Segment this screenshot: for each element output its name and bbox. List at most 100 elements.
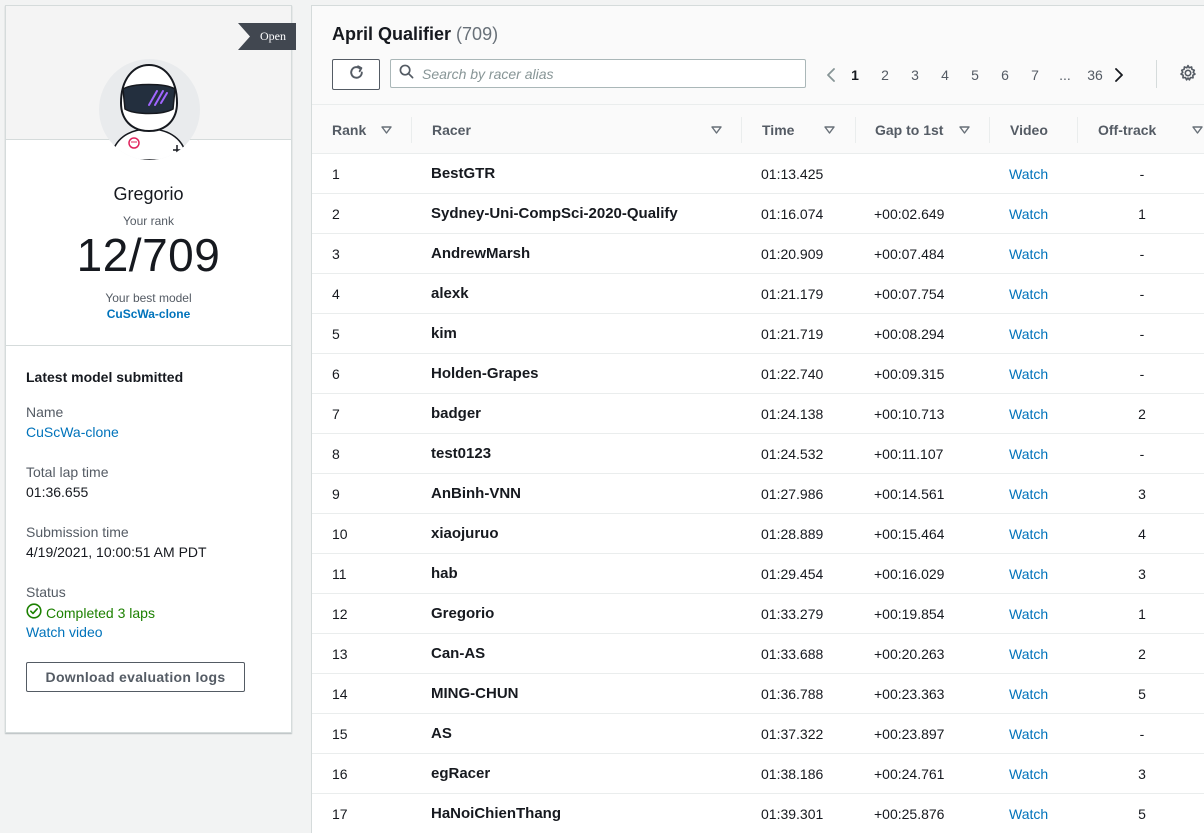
chevron-left-icon[interactable] <box>822 68 840 82</box>
racer-cell: AnBinh-VNN <box>431 485 521 502</box>
time-cell: 01:20.909 <box>761 246 824 262</box>
status-text: Completed 3 laps <box>46 604 155 621</box>
racer-cell: AS <box>431 725 452 742</box>
page-2[interactable]: 2 <box>870 67 900 83</box>
watch-link[interactable]: Watch <box>1009 434 1048 474</box>
offtrack-cell: 4 <box>1138 526 1146 542</box>
leaderboard-table: Rank Racer Time Gap to 1st Video Off-tra… <box>312 105 1204 833</box>
offtrack-cell: 3 <box>1138 566 1146 582</box>
best-model-link[interactable]: CuScWa-clone <box>6 307 291 321</box>
lap-time-value: 01:36.655 <box>26 484 89 500</box>
column-header-rank: Rank <box>332 105 392 154</box>
gap-cell: +00:11.107 <box>874 446 944 462</box>
page-36[interactable]: 36 <box>1080 67 1110 83</box>
table-row: 11 hab 01:29.454 +00:16.029 Watch 3 <box>312 554 1204 594</box>
rank-cell: 5 <box>332 326 340 342</box>
rank-cell: 3 <box>332 246 340 262</box>
offtrack-cell: 5 <box>1138 806 1146 822</box>
settings-button[interactable] <box>1177 64 1199 86</box>
offtrack-cell: - <box>1139 726 1145 742</box>
gap-cell: +00:25.876 <box>874 806 945 822</box>
gap-cell: +00:07.754 <box>874 286 945 302</box>
watch-link[interactable]: Watch <box>1009 354 1048 394</box>
watch-link[interactable]: Watch <box>1009 594 1048 634</box>
gap-cell: +00:20.263 <box>874 646 945 662</box>
column-label: Rank <box>332 121 367 138</box>
offtrack-cell: - <box>1139 286 1145 302</box>
table-row: 1 BestGTR 01:13.425 Watch - <box>312 154 1204 194</box>
watch-link[interactable]: Watch <box>1009 194 1048 234</box>
gap-cell: +00:08.294 <box>874 326 945 342</box>
offtrack-cell: - <box>1139 166 1145 182</box>
caret-down-icon[interactable] <box>959 125 970 134</box>
racer-cell: MING-CHUN <box>431 685 519 702</box>
model-name-link[interactable]: CuScWa-clone <box>26 424 119 440</box>
refresh-button[interactable] <box>332 59 380 90</box>
gap-cell: +00:24.761 <box>874 766 945 782</box>
caret-down-icon[interactable] <box>381 125 392 134</box>
gap-cell: +00:16.029 <box>874 566 945 582</box>
column-header-gap: Gap to 1st <box>875 105 970 154</box>
racer-cell: alexk <box>431 285 469 302</box>
racer-cell: Gregorio <box>431 605 495 622</box>
download-logs-button[interactable]: Download evaluation logs <box>26 662 245 692</box>
table-row: 15 AS 01:37.322 +00:23.897 Watch - <box>312 714 1204 754</box>
page-5[interactable]: 5 <box>960 67 990 83</box>
time-cell: 01:33.688 <box>761 646 824 662</box>
watch-link[interactable]: Watch <box>1009 554 1048 594</box>
header-separator <box>1156 60 1157 88</box>
rank-cell: 14 <box>332 686 348 702</box>
page-7[interactable]: 7 <box>1020 67 1050 83</box>
watch-link[interactable]: Watch <box>1009 274 1048 314</box>
watch-link[interactable]: Watch <box>1009 754 1048 794</box>
column-divider <box>1077 117 1078 143</box>
status-label: Status <box>26 584 66 600</box>
page-6[interactable]: 6 <box>990 67 1020 83</box>
rank-cell: 16 <box>332 766 348 782</box>
time-cell: 01:29.454 <box>761 566 824 582</box>
table-row: 3 AndrewMarsh 01:20.909 +00:07.484 Watch - <box>312 234 1204 274</box>
racer-cell: BestGTR <box>431 165 496 182</box>
rank-cell: 15 <box>332 726 348 742</box>
page-4[interactable]: 4 <box>930 67 960 83</box>
offtrack-cell: 2 <box>1138 646 1146 662</box>
racer-cell: xiaojuruo <box>431 525 499 542</box>
page-1[interactable]: 1 <box>840 67 870 83</box>
time-cell: 01:24.138 <box>761 406 824 422</box>
gap-cell: +00:23.897 <box>874 726 945 742</box>
table-row: 7 badger 01:24.138 +00:10.713 Watch 2 <box>312 394 1204 434</box>
watch-link[interactable]: Watch <box>1009 634 1048 674</box>
page-ellipsis: ... <box>1059 67 1071 83</box>
table-row: 13 Can-AS 01:33.688 +00:20.263 Watch 2 <box>312 634 1204 674</box>
leaderboard-header: April Qualifier (709) Search by racer al… <box>312 6 1204 105</box>
column-label: Gap to 1st <box>875 121 944 138</box>
gap-cell: +00:15.464 <box>874 526 945 542</box>
column-divider <box>989 117 990 143</box>
table-body: 1 BestGTR 01:13.425 Watch - 2 Sydney-Uni-CompS… <box>312 154 1204 833</box>
offtrack-cell: 3 <box>1138 486 1146 502</box>
watch-link[interactable]: Watch <box>1009 234 1048 274</box>
offtrack-cell: 2 <box>1138 406 1146 422</box>
watch-link[interactable]: Watch <box>1009 314 1048 354</box>
watch-link[interactable]: Watch <box>1009 674 1048 714</box>
watch-link[interactable]: Watch <box>1009 154 1048 194</box>
search-input[interactable] <box>422 65 792 82</box>
racer-cell: HaNoiChienThang <box>431 805 561 822</box>
table-header: Rank Racer Time Gap to 1st Video Off-tra… <box>312 105 1204 154</box>
watch-link[interactable]: Watch <box>1009 394 1048 434</box>
watch-link[interactable]: Watch <box>1009 714 1048 754</box>
watch-link[interactable]: Watch <box>1009 794 1048 833</box>
gap-cell: +00:09.315 <box>874 366 945 382</box>
caret-down-icon[interactable] <box>1192 125 1203 134</box>
caret-down-icon[interactable] <box>824 125 835 134</box>
time-cell: 01:21.719 <box>761 326 824 342</box>
chevron-right-icon[interactable] <box>1110 68 1128 82</box>
page-3[interactable]: 3 <box>900 67 930 83</box>
caret-down-icon[interactable] <box>711 125 722 134</box>
watch-video-link[interactable]: Watch video <box>26 624 103 640</box>
watch-link[interactable]: Watch <box>1009 514 1048 554</box>
leaderboard-title: April Qualifier <box>332 24 452 44</box>
rank-cell: 17 <box>332 806 348 822</box>
watch-link[interactable]: Watch <box>1009 474 1048 514</box>
time-cell: 01:16.074 <box>761 206 824 222</box>
